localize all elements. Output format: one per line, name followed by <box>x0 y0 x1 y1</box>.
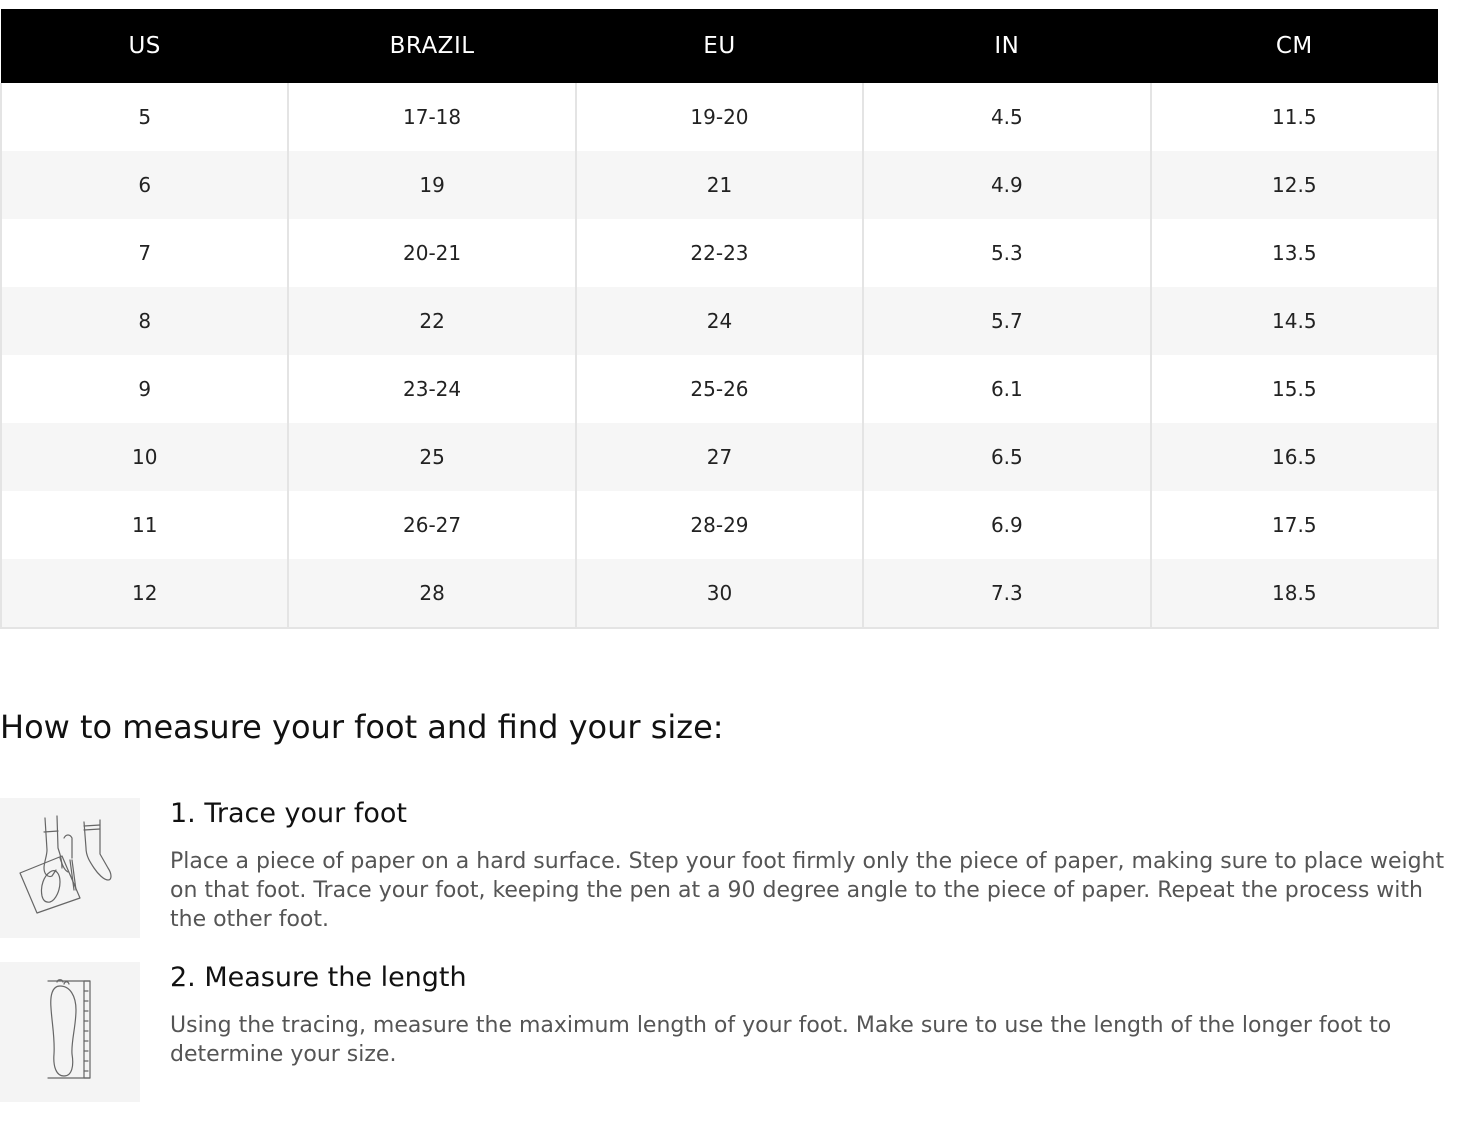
table-row: 8 22 24 5.7 14.5 <box>0 287 1440 355</box>
table-cell: 24 <box>574 287 864 355</box>
table-row: 11 26-27 28-29 6.9 17.5 <box>0 491 1440 559</box>
table-cell: 19 <box>287 151 576 219</box>
step-heading: 1. Trace your foot <box>170 798 407 829</box>
table-cell: 5 <box>0 83 289 151</box>
table-cell: 6.5 <box>862 423 1151 491</box>
table-cell: 20-21 <box>287 219 576 287</box>
column-header-eu: EU <box>575 9 864 83</box>
table-cell: 5.3 <box>862 219 1151 287</box>
table-cell: 12.5 <box>1149 151 1440 219</box>
table-cell: 11 <box>0 491 289 559</box>
table-cell: 19-20 <box>574 83 864 151</box>
table-cell: 23-24 <box>287 355 576 423</box>
step-description: Place a piece of paper on a hard surface… <box>170 849 1445 932</box>
table-cell: 28-29 <box>574 491 864 559</box>
table-cell: 10 <box>0 423 289 491</box>
table-cell: 12 <box>0 559 289 629</box>
size-chart-header-row: US BRAZIL EU IN CM <box>1 9 1438 83</box>
column-header-in: IN <box>863 9 1151 83</box>
table-cell: 15.5 <box>1149 355 1440 423</box>
table-cell: 25 <box>287 423 576 491</box>
table-cell: 30 <box>574 559 864 629</box>
table-cell: 4.5 <box>862 83 1151 151</box>
table-cell: 25-26 <box>574 355 864 423</box>
table-cell: 22 <box>287 287 576 355</box>
table-cell: 17.5 <box>1149 491 1440 559</box>
measure-guide-title: How to measure your foot and find your s… <box>0 708 724 746</box>
table-cell: 11.5 <box>1149 83 1440 151</box>
table-row: 10 25 27 6.5 16.5 <box>0 423 1440 491</box>
table-cell: 6.1 <box>862 355 1151 423</box>
table-row: 7 20-21 22-23 5.3 13.5 <box>0 219 1440 287</box>
foot-ruler-icon <box>0 962 140 1102</box>
table-cell: 22-23 <box>574 219 864 287</box>
table-cell: 5.7 <box>862 287 1151 355</box>
table-cell: 7 <box>0 219 289 287</box>
step-description: Using the tracing, measure the maximum l… <box>170 1013 1392 1067</box>
size-chart-table: US BRAZIL EU IN CM 5 17-18 19-20 4.5 11.… <box>0 9 1440 629</box>
size-chart-body: 5 17-18 19-20 4.5 11.5 6 19 21 4.9 12.5 … <box>0 83 1440 629</box>
column-header-cm: CM <box>1150 9 1438 83</box>
column-header-brazil: BRAZIL <box>288 9 576 83</box>
table-row: 5 17-18 19-20 4.5 11.5 <box>0 83 1440 151</box>
step-heading: 2. Measure the length <box>170 962 467 993</box>
table-cell: 14.5 <box>1149 287 1440 355</box>
table-cell: 6.9 <box>862 491 1151 559</box>
table-cell: 28 <box>287 559 576 629</box>
table-cell: 4.9 <box>862 151 1151 219</box>
foot-tracing-icon <box>0 798 140 938</box>
table-cell: 13.5 <box>1149 219 1440 287</box>
table-cell: 17-18 <box>287 83 576 151</box>
table-row: 9 23-24 25-26 6.1 15.5 <box>0 355 1440 423</box>
column-header-us: US <box>1 9 289 83</box>
table-cell: 27 <box>574 423 864 491</box>
table-cell: 9 <box>0 355 289 423</box>
table-cell: 21 <box>574 151 864 219</box>
table-cell: 16.5 <box>1149 423 1440 491</box>
table-cell: 6 <box>0 151 289 219</box>
table-cell: 7.3 <box>862 559 1151 629</box>
table-row: 12 28 30 7.3 18.5 <box>0 559 1440 629</box>
table-cell: 18.5 <box>1149 559 1440 629</box>
table-cell: 8 <box>0 287 289 355</box>
table-cell: 26-27 <box>287 491 576 559</box>
table-row: 6 19 21 4.9 12.5 <box>0 151 1440 219</box>
